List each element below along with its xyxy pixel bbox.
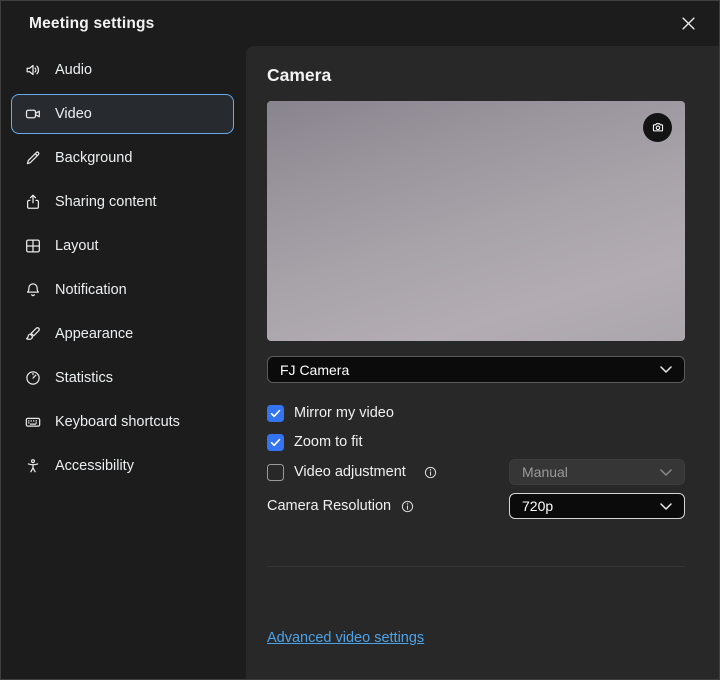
camera-resolution-value: 720p bbox=[522, 498, 553, 514]
sidebar-item-statistics[interactable]: Statistics bbox=[11, 358, 234, 398]
sidebar-item-sharing-content[interactable]: Sharing content bbox=[11, 182, 234, 222]
info-icon bbox=[424, 466, 437, 479]
sidebar-item-background[interactable]: Background bbox=[11, 138, 234, 178]
info-icon bbox=[401, 500, 414, 513]
sidebar-item-label: Statistics bbox=[55, 370, 113, 386]
camera-resolution-select[interactable]: 720p bbox=[509, 493, 685, 519]
bell-icon bbox=[24, 281, 42, 299]
camera-preview bbox=[267, 101, 685, 341]
chevron-down-icon bbox=[660, 366, 672, 373]
sidebar-item-label: Accessibility bbox=[55, 458, 134, 474]
accessibility-icon bbox=[24, 457, 42, 475]
wand-icon bbox=[24, 149, 42, 167]
chevron-down-icon bbox=[660, 503, 672, 510]
camera-resolution-row: Camera Resolution 720p bbox=[267, 492, 685, 520]
video-adjustment-select[interactable]: Manual bbox=[509, 459, 685, 485]
video-adjustment-checkbox[interactable] bbox=[267, 464, 284, 481]
video-settings-panel: Camera FJ Camera bbox=[246, 46, 719, 679]
camera-device-value: FJ Camera bbox=[280, 362, 349, 378]
flip-camera-button[interactable] bbox=[643, 113, 672, 142]
mirror-video-label: Mirror my video bbox=[294, 405, 394, 421]
video-camera-icon bbox=[24, 105, 42, 123]
sidebar-item-label: Audio bbox=[55, 62, 92, 78]
paintbrush-icon bbox=[24, 325, 42, 343]
settings-nav: Audio Video Background Sharing content L bbox=[1, 46, 246, 679]
keyboard-icon bbox=[24, 413, 42, 431]
flip-camera-icon bbox=[650, 120, 666, 136]
sidebar-item-layout[interactable]: Layout bbox=[11, 226, 234, 266]
camera-options: Mirror my video Zoom to fit Video adjust bbox=[267, 400, 685, 520]
sidebar-item-label: Sharing content bbox=[55, 194, 157, 210]
sidebar-item-label: Keyboard shortcuts bbox=[55, 414, 180, 430]
video-adjustment-row: Video adjustment Manual bbox=[267, 458, 685, 486]
window-title: Meeting settings bbox=[29, 15, 155, 33]
video-adjustment-value: Manual bbox=[522, 464, 568, 480]
zoom-to-fit-label: Zoom to fit bbox=[294, 434, 363, 450]
sidebar-item-label: Appearance bbox=[55, 326, 133, 342]
sidebar-item-label: Notification bbox=[55, 282, 127, 298]
titlebar: Meeting settings bbox=[1, 1, 719, 46]
mirror-video-checkbox[interactable] bbox=[267, 405, 284, 422]
advanced-video-settings-link[interactable]: Advanced video settings bbox=[267, 630, 424, 646]
layout-grid-icon bbox=[24, 237, 42, 255]
chevron-down-icon bbox=[660, 469, 672, 476]
zoom-to-fit-row: Zoom to fit bbox=[267, 429, 685, 455]
mirror-video-row: Mirror my video bbox=[267, 400, 685, 426]
sidebar-item-appearance[interactable]: Appearance bbox=[11, 314, 234, 354]
sidebar-item-notification[interactable]: Notification bbox=[11, 270, 234, 310]
camera-device-select[interactable]: FJ Camera bbox=[267, 356, 685, 383]
close-icon bbox=[682, 17, 695, 30]
sidebar-item-video[interactable]: Video bbox=[11, 94, 234, 134]
sidebar-item-audio[interactable]: Audio bbox=[11, 50, 234, 90]
sidebar-item-accessibility[interactable]: Accessibility bbox=[11, 446, 234, 486]
section-divider bbox=[267, 566, 685, 567]
sidebar-item-label: Video bbox=[55, 106, 92, 122]
gauge-icon bbox=[24, 369, 42, 387]
share-icon bbox=[24, 193, 42, 211]
meeting-settings-dialog: Meeting settings Audio Video Background bbox=[0, 0, 720, 680]
camera-section-title: Camera bbox=[267, 65, 685, 86]
camera-resolution-label: Camera Resolution bbox=[267, 498, 391, 514]
video-adjustment-label: Video adjustment bbox=[294, 464, 406, 480]
speaker-icon bbox=[24, 61, 42, 79]
check-icon bbox=[270, 409, 281, 418]
sidebar-item-label: Background bbox=[55, 150, 132, 166]
zoom-to-fit-checkbox[interactable] bbox=[267, 434, 284, 451]
check-icon bbox=[270, 438, 281, 447]
sidebar-item-label: Layout bbox=[55, 238, 99, 254]
sidebar-item-keyboard-shortcuts[interactable]: Keyboard shortcuts bbox=[11, 402, 234, 442]
close-button[interactable] bbox=[676, 11, 701, 36]
